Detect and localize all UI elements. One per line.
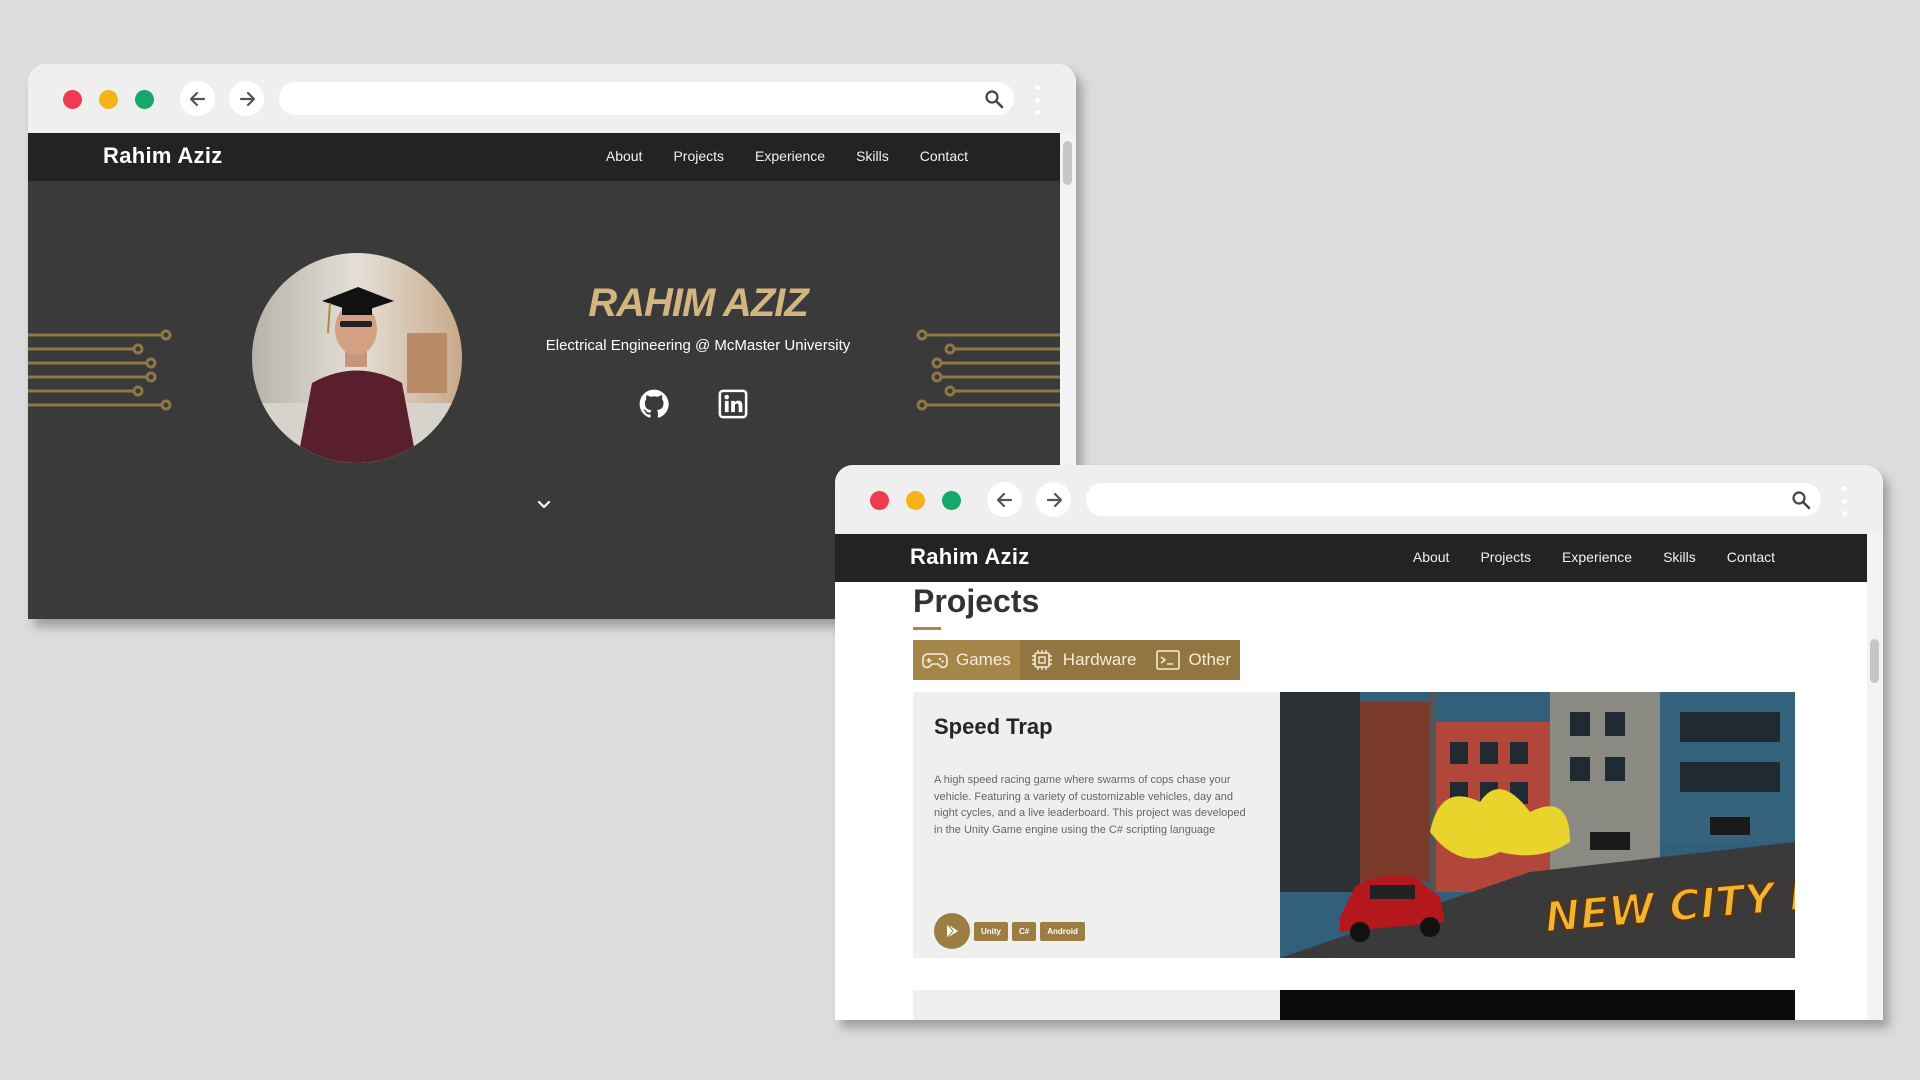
maximize-window-button[interactable] bbox=[135, 90, 154, 109]
browser-window-projects: Rahim Aziz About Projects Experience Ski… bbox=[835, 465, 1883, 1020]
page-viewport: Rahim Aziz About Projects Experience Ski… bbox=[835, 534, 1867, 1020]
tab-label: Hardware bbox=[1062, 650, 1137, 669]
address-bar[interactable] bbox=[279, 82, 1014, 115]
google-play-button[interactable] bbox=[934, 913, 970, 949]
site-menu: About Projects Experience Skills Contact bbox=[1413, 549, 1775, 565]
search-icon[interactable] bbox=[1791, 490, 1811, 510]
arrow-right-icon bbox=[239, 91, 255, 106]
tech-tag-android: Android bbox=[1040, 921, 1085, 941]
nav-link-about[interactable]: About bbox=[606, 148, 643, 164]
forward-button[interactable] bbox=[1036, 482, 1071, 517]
nav-link-skills[interactable]: Skills bbox=[1663, 549, 1696, 565]
tab-label: Other bbox=[1188, 650, 1232, 669]
address-bar[interactable] bbox=[1086, 483, 1821, 516]
tech-tag-unity: Unity bbox=[974, 921, 1008, 941]
nav-link-contact[interactable]: Contact bbox=[1727, 549, 1775, 565]
section-title: Projects bbox=[913, 583, 1040, 619]
chip-icon bbox=[1031, 650, 1052, 670]
tech-tag-csharp: C# bbox=[1012, 921, 1037, 941]
title-underline bbox=[913, 627, 941, 630]
arrow-right-icon bbox=[1046, 492, 1062, 507]
project-card: Speed Trap A high speed racing game wher… bbox=[913, 692, 1795, 958]
linkedin-icon[interactable] bbox=[718, 389, 748, 419]
browser-toolbar bbox=[835, 465, 1883, 534]
tab-label: Games bbox=[956, 650, 1011, 669]
site-navbar: Rahim Aziz About Projects Experience Ski… bbox=[28, 133, 1060, 181]
maximize-window-button[interactable] bbox=[942, 491, 961, 510]
chevron-down-icon[interactable] bbox=[536, 499, 552, 511]
scrollbar-thumb[interactable] bbox=[1870, 639, 1879, 683]
minimize-window-button[interactable] bbox=[99, 90, 118, 109]
tab-other[interactable]: Other bbox=[1146, 640, 1241, 680]
nav-link-experience[interactable]: Experience bbox=[755, 148, 825, 164]
browser-menu-icon[interactable] bbox=[1034, 85, 1040, 115]
project-actions: Unity C# Android bbox=[934, 913, 1085, 949]
nav-link-experience[interactable]: Experience bbox=[1562, 549, 1632, 565]
site-menu: About Projects Experience Skills Contact bbox=[606, 148, 968, 164]
browser-menu-icon[interactable] bbox=[1841, 486, 1847, 516]
project-card bbox=[913, 990, 1795, 1020]
circuit-decoration-right bbox=[916, 329, 1060, 411]
arrow-left-icon bbox=[189, 91, 205, 106]
site-brand[interactable]: Rahim Aziz bbox=[910, 544, 1030, 570]
tab-games[interactable]: Games bbox=[913, 640, 1020, 680]
circuit-decoration-left bbox=[28, 329, 172, 411]
project-description: A high speed racing game where swarms of… bbox=[934, 774, 1246, 836]
search-icon[interactable] bbox=[984, 89, 1004, 109]
nav-link-contact[interactable]: Contact bbox=[920, 148, 968, 164]
arrow-left-icon bbox=[996, 492, 1012, 507]
page-scrollbar[interactable] bbox=[1867, 534, 1883, 1020]
scrollbar-thumb[interactable] bbox=[1063, 141, 1072, 185]
nav-link-projects[interactable]: Projects bbox=[1480, 549, 1531, 565]
play-store-icon bbox=[946, 923, 958, 939]
gamepad-icon bbox=[922, 653, 948, 669]
close-window-button[interactable] bbox=[63, 90, 82, 109]
tab-hardware[interactable]: Hardware bbox=[1020, 640, 1146, 680]
close-window-button[interactable] bbox=[870, 491, 889, 510]
project-screenshot: NEW CITY MAP bbox=[1280, 692, 1795, 958]
project-category-tabs: Games Hardware Other bbox=[913, 640, 1241, 680]
profile-photo bbox=[252, 253, 462, 463]
terminal-icon bbox=[1155, 650, 1180, 670]
minimize-window-button[interactable] bbox=[906, 491, 925, 510]
hero-name: RAHIM AZIZ bbox=[588, 281, 809, 325]
project-title: Speed Trap bbox=[934, 714, 1053, 739]
back-button[interactable] bbox=[180, 81, 215, 116]
github-icon[interactable] bbox=[639, 389, 669, 419]
nav-link-skills[interactable]: Skills bbox=[856, 148, 889, 164]
site-brand[interactable]: Rahim Aziz bbox=[103, 143, 223, 169]
back-button[interactable] bbox=[987, 482, 1022, 517]
nav-link-projects[interactable]: Projects bbox=[673, 148, 724, 164]
projects-section: Projects Games Hardware Other Speed Trap… bbox=[835, 582, 1867, 1020]
forward-button[interactable] bbox=[229, 81, 264, 116]
project-screenshot bbox=[1280, 990, 1795, 1020]
hero-tagline: Electrical Engineering @ McMaster Univer… bbox=[545, 337, 851, 354]
nav-link-about[interactable]: About bbox=[1413, 549, 1450, 565]
site-navbar: Rahim Aziz About Projects Experience Ski… bbox=[835, 534, 1867, 582]
browser-toolbar bbox=[28, 64, 1076, 133]
